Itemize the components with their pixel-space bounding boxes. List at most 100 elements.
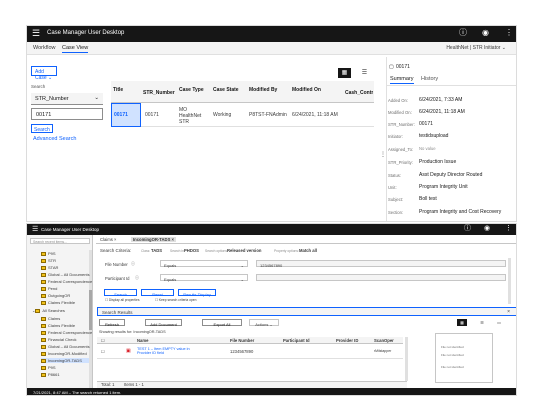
col-cash-contrib[interactable]: Cash_Contrib [345,90,373,96]
col-modified-on[interactable]: Modified On [292,87,321,93]
app-header-bottom: ☰ Case Manager User Desktop ⓘ ◉ ⋮ [27,224,516,235]
tree-item[interactable]: Global – All Documents [41,344,90,349]
tree-item[interactable]: Financial Check [41,337,76,342]
operator-select[interactable]: Equals ⌄ [160,260,248,268]
tree-item[interactable]: Claims [41,316,60,321]
operator-select[interactable]: Equals ⌄ [160,274,248,282]
help-icon[interactable]: ⓘ [464,224,471,234]
divider [386,85,516,86]
preview-pane-icon[interactable]: ▭ [494,319,504,326]
tab-workflow[interactable]: Workflow [33,45,56,51]
search-button[interactable]: Search [104,289,137,297]
tab-history[interactable]: History [421,76,438,82]
case-manager-search-window: ☰ Case Manager User Desktop ⓘ ◉ ⋮ Search… [26,223,517,396]
search-button[interactable]: Search [31,124,53,133]
tree-item[interactable]: STR [41,258,56,263]
tree-filter-input[interactable]: Search recent items... [30,238,90,244]
col-modified-by[interactable]: Modified By [249,87,277,93]
tree-item[interactable]: Global – All Documents [41,272,90,277]
tree-item[interactable]: P9S [41,365,56,370]
user-icon[interactable]: ◉ [484,224,490,234]
tree-item-all-searches[interactable]: ⌄ All Searches [32,308,65,313]
info-icon[interactable]: ⓘ [135,275,139,281]
user-icon[interactable]: ◉ [482,28,489,38]
add-case-button[interactable]: Add Case ⌄ [31,66,57,81]
prop-value-subject: Boll test [419,196,437,202]
row-modified-by: P8TST-FNAdmin [249,112,287,118]
results-display-button[interactable]: Results Display [178,289,216,297]
close-icon[interactable]: × [172,237,174,242]
property-value[interactable]: Match all [299,248,317,253]
col-scan-oper[interactable]: ScanOper [374,338,394,343]
list-view-icon[interactable]: ☰ [477,319,487,326]
doc-tab-claims[interactable]: Claims × [100,237,116,242]
tab-case-view[interactable]: Case View [62,45,89,53]
help-icon[interactable]: ⓘ [459,28,467,38]
criterion-value-input[interactable] [256,274,506,281]
row-title[interactable]: 00171 [114,112,128,118]
advanced-search-link[interactable]: Advanced Search [33,136,76,142]
close-icon[interactable]: × [114,237,116,242]
col-participant-id[interactable]: Participant Id [283,338,310,343]
col-name[interactable]: Name [137,338,148,343]
tree-item[interactable]: STAR [41,265,58,270]
search-in-value[interactable]: PHDOS [184,248,199,253]
tree-item[interactable]: Claims Flexible [41,300,75,305]
doc-tab-incoming-tads[interactable]: IncomingOR-TADS × [131,237,176,242]
prop-value-str-number: 00171 [419,121,433,127]
prop-label-added-on: Added On: [388,98,409,103]
reset-button[interactable]: Reset [141,289,174,297]
tree-item[interactable]: P9S [41,251,56,256]
status-message: 7/21/2021, 8:47 AM – The search returned… [33,389,122,395]
search-value-input[interactable]: 00171 [31,108,103,120]
results-header-bar[interactable]: Search Results × [97,307,516,316]
results-scrollbar[interactable] [405,337,408,381]
row-scan-oper: rMilstapper [374,349,392,353]
versions-value[interactable]: Released version [227,248,261,253]
solution-selector[interactable]: HealthNet | STR Initiator ⌄ [446,45,506,51]
col-str-number[interactable]: STR_Number [143,90,175,96]
actions-menu-button[interactable]: Actions ⌄ [249,319,279,327]
refresh-button[interactable]: Refresh [99,319,125,327]
col-provider-id[interactable]: Provider ID [336,338,358,343]
criterion-value-input[interactable]: 1234567890 [256,260,506,268]
tree-item[interactable]: Claims Flexible [41,323,75,328]
prop-value-assigned-to: No value [419,146,436,151]
tree-item[interactable]: Federal Correspondence [41,330,92,335]
row-name-link[interactable]: TEST 1 – Item EMPTY value in Provider ID… [137,347,193,355]
col-case-state[interactable]: Case State [213,87,239,93]
col-title[interactable]: Title [113,87,123,93]
display-all-properties-checkbox[interactable]: ☐ Display all properties [105,298,139,302]
search-property-select[interactable]: STR_Number ⌄ [31,93,103,105]
tree-item-selected[interactable]: IncomingOR-TADS [41,358,89,363]
grid-view-icon[interactable]: ▦ [457,319,467,326]
row-checkbox[interactable]: ☐ [101,349,105,354]
case-manager-window: ☰ Case Manager User Desktop ⓘ ◉ ⋮ Workfl… [26,25,517,222]
close-icon[interactable]: × [507,309,510,315]
tab-summary[interactable]: Summary [390,76,414,84]
export-all-button[interactable]: Export All [202,319,242,327]
overflow-menu-icon[interactable]: ⋮ [505,28,513,38]
keep-criteria-open-checkbox[interactable]: ☐ Keep search criteria open [155,298,196,302]
col-case-type[interactable]: Case Type [179,87,204,93]
info-icon[interactable]: ⓘ [131,261,135,267]
overflow-menu-icon[interactable]: ⋮ [505,224,512,234]
col-file-number[interactable]: File Number [230,338,254,343]
criteria-scrollbar[interactable] [508,258,511,304]
tree-item[interactable]: Federal Correspondence [41,279,92,284]
tree-item[interactable]: P8661 [41,372,60,377]
add-document-button[interactable]: Add Document [145,319,182,327]
tree-item[interactable]: OutgoingOR [41,293,70,298]
list-view-icon[interactable]: ☰ [358,68,371,78]
tree-item[interactable]: IncomingOR-Modified [41,351,87,356]
tree-item[interactable]: Pend [41,286,57,291]
preview-line: File not identified [441,365,464,369]
hamburger-menu-icon[interactable]: ☰ [32,29,40,38]
class-value[interactable]: TADS [151,248,162,253]
property-options-label: Property options: [274,249,299,253]
hamburger-menu-icon[interactable]: ☰ [32,225,38,234]
grid-view-icon[interactable]: ▦ [338,68,351,78]
tree-scrollbar[interactable] [89,250,92,388]
select-all-checkbox[interactable]: ☐ [101,338,105,343]
tree-scrollbar-thumb[interactable] [89,290,92,330]
